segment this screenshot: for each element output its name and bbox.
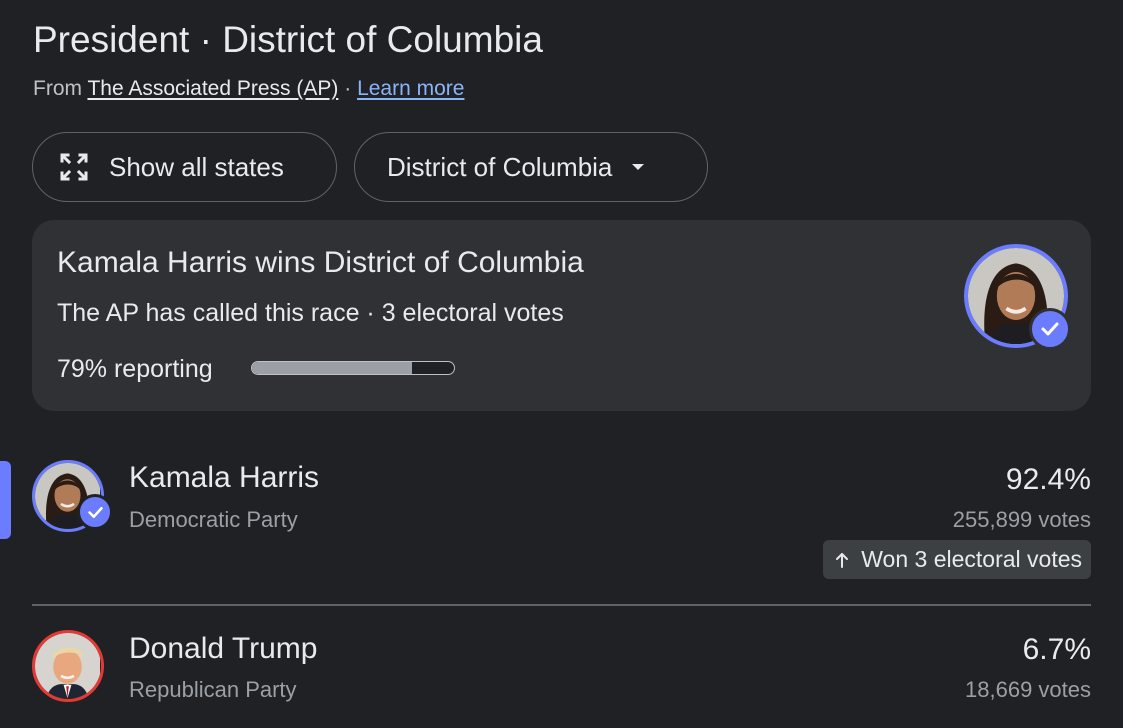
learn-more-link[interactable]: Learn more	[357, 77, 464, 100]
region-dropdown-label: District of Columbia	[387, 151, 613, 182]
reporting-progress-fill	[252, 362, 412, 374]
region-dropdown[interactable]: District of Columbia	[354, 132, 708, 202]
check-icon	[1041, 322, 1059, 336]
won-electoral-votes-label: Won 3 electoral votes	[861, 546, 1082, 572]
candidate-votes: 18,669 votes	[965, 677, 1091, 702]
winner-check-badge	[1029, 308, 1071, 350]
source-line: From The Associated Press (AP) · Learn m…	[33, 75, 464, 103]
race-result-headline: Kamala Harris wins District of Columbia	[57, 246, 584, 279]
race-result-card: Kamala Harris wins District of Columbia …	[32, 220, 1091, 411]
donald-trump-photo-icon	[35, 633, 100, 698]
candidate-party: Republican Party	[129, 677, 297, 702]
candidate-percent: 6.7%	[1022, 633, 1091, 666]
race-called-subline: The AP has called this race · 3 electora…	[57, 299, 564, 327]
show-all-states-button[interactable]: Show all states	[32, 132, 337, 202]
reporting-progress-bar	[251, 361, 455, 375]
page-title: President · District of Columbia	[33, 19, 543, 60]
caret-down-icon	[632, 164, 645, 170]
candidate-votes: 255,899 votes	[952, 507, 1091, 532]
source-separator: ·	[338, 77, 358, 100]
candidate-name: Kamala Harris	[129, 461, 320, 494]
candidate-name: Donald Trump	[129, 632, 318, 665]
candidate-percent: 92.4%	[1005, 463, 1091, 496]
candidate-avatar-trump	[32, 630, 104, 702]
source-prefix: From	[33, 77, 88, 100]
candidate-party: Democratic Party	[129, 507, 298, 532]
show-all-states-label: Show all states	[109, 151, 284, 182]
source-link[interactable]: The Associated Press (AP)	[87, 77, 338, 100]
won-electoral-votes-badge: Won 3 electoral votes	[823, 540, 1091, 579]
arrow-up-icon	[836, 552, 849, 568]
check-icon	[87, 506, 103, 518]
candidate-divider	[32, 604, 1091, 606]
reporting-label: 79% reporting	[57, 355, 213, 383]
expand-icon	[60, 153, 88, 181]
candidate-winner-check-badge	[77, 494, 113, 530]
selected-row-indicator	[0, 461, 11, 539]
